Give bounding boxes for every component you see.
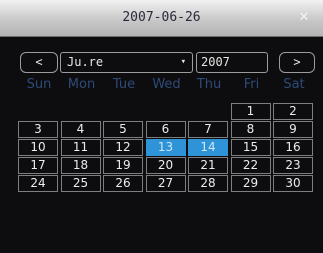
next-month-button[interactable]: > bbox=[279, 52, 315, 73]
empty-day-cell bbox=[18, 103, 58, 120]
prev-month-button[interactable]: < bbox=[20, 52, 58, 73]
calendar-controls: < Ju.re ▾ 2007 > bbox=[0, 52, 323, 76]
day-cell[interactable]: 19 bbox=[103, 157, 143, 174]
weekday-label: Sun bbox=[26, 77, 52, 92]
weekday-header: Sun Mon Tue Wed Thu Fri Sat bbox=[18, 77, 315, 95]
day-cell[interactable]: 30 bbox=[273, 175, 313, 192]
year-input[interactable]: 2007 bbox=[196, 52, 268, 73]
empty-day-cell bbox=[103, 103, 143, 120]
month-value: Ju.re bbox=[67, 55, 104, 69]
day-cell[interactable]: 21 bbox=[188, 157, 228, 174]
next-arrow-icon: > bbox=[293, 55, 301, 69]
prev-arrow-icon: < bbox=[35, 55, 43, 69]
day-cell[interactable]: 18 bbox=[60, 157, 101, 174]
close-icon[interactable]: ✕ bbox=[295, 9, 313, 27]
day-cell[interactable]: 2 bbox=[273, 103, 313, 120]
title-bar: 2007-06-26 ✕ bbox=[0, 0, 323, 37]
weekday-label: Thu bbox=[196, 77, 222, 92]
day-cell[interactable]: 7 bbox=[188, 121, 228, 138]
day-cell[interactable]: 28 bbox=[188, 175, 228, 192]
day-cell[interactable]: 24 bbox=[18, 175, 58, 192]
day-cell[interactable]: 13 bbox=[145, 139, 186, 156]
day-cell[interactable]: 11 bbox=[60, 139, 101, 156]
weekday-label: Tue bbox=[112, 77, 136, 92]
empty-day-cell bbox=[188, 103, 228, 120]
empty-day-cell bbox=[145, 103, 186, 120]
day-cell[interactable]: 27 bbox=[145, 175, 186, 192]
day-cell[interactable]: 12 bbox=[103, 139, 143, 156]
day-cell[interactable]: 1 bbox=[230, 103, 271, 120]
day-cell[interactable]: 20 bbox=[145, 157, 186, 174]
day-cell[interactable]: 23 bbox=[273, 157, 313, 174]
day-cell[interactable]: 25 bbox=[60, 175, 101, 192]
day-cell[interactable]: 5 bbox=[103, 121, 143, 138]
day-cell[interactable]: 17 bbox=[18, 157, 58, 174]
weekday-label: Mon bbox=[67, 77, 96, 92]
day-cell[interactable]: 8 bbox=[230, 121, 271, 138]
day-cell[interactable]: 3 bbox=[18, 121, 58, 138]
weekday-label: Sat bbox=[283, 77, 305, 92]
day-cell[interactable]: 9 bbox=[273, 121, 313, 138]
day-cell[interactable]: 16 bbox=[273, 139, 313, 156]
day-cell[interactable]: 10 bbox=[18, 139, 58, 156]
day-cell[interactable]: 26 bbox=[103, 175, 143, 192]
day-cell[interactable]: 15 bbox=[230, 139, 271, 156]
empty-day-cell bbox=[60, 103, 101, 120]
day-cell[interactable]: 6 bbox=[145, 121, 186, 138]
day-cell[interactable]: 14 bbox=[188, 139, 228, 156]
date-picker-window: 2007-06-26 ✕ < Ju.re ▾ 2007 > Sun Mon Tue W… bbox=[0, 0, 323, 253]
dropdown-arrow-icon: ▾ bbox=[180, 57, 186, 67]
day-cell[interactable]: 29 bbox=[230, 175, 271, 192]
window-title: 2007-06-26 bbox=[122, 10, 201, 25]
day-cell[interactable]: 4 bbox=[60, 121, 101, 138]
day-cell[interactable]: 22 bbox=[230, 157, 271, 174]
weekday-label: Fri bbox=[243, 77, 260, 92]
month-select[interactable]: Ju.re ▾ bbox=[60, 52, 193, 73]
year-value: 2007 bbox=[201, 55, 230, 69]
weekday-label: Wed bbox=[152, 77, 181, 92]
